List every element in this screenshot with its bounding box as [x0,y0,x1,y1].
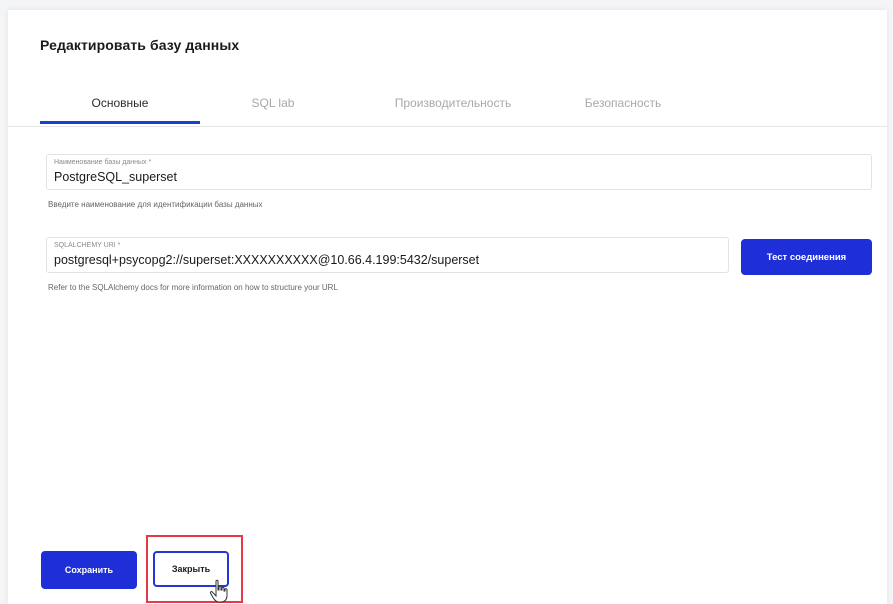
db-name-helper: Введите наименование для идентификации б… [48,200,263,209]
edit-database-modal: Редактировать базу данных Основные SQL l… [8,10,887,604]
tab-performance[interactable]: Производительность [378,96,528,110]
db-name-label: Наименование базы данных * [54,159,152,166]
sqlalchemy-uri-value[interactable]: postgresql+psycopg2://superset:XXXXXXXXX… [54,253,479,267]
db-name-value[interactable]: PostgreSQL_superset [54,170,177,184]
modal-title: Редактировать базу данных [40,37,240,53]
tab-security[interactable]: Безопасность [573,96,673,110]
test-connection-button[interactable]: Тест соединения [741,239,872,275]
sqlalchemy-uri-helper: Refer to the SQLAlchemy docs for more in… [48,283,338,292]
tab-basic[interactable]: Основные [40,96,200,110]
tab-bar: Основные SQL lab Производительность Безо… [8,90,887,127]
save-button[interactable]: Сохранить [41,551,137,589]
sqlalchemy-uri-field[interactable]: SQLALCHEMY URI * postgresql+psycopg2://s… [46,237,729,273]
tab-sql-lab[interactable]: SQL lab [243,96,303,110]
hand-pointer-icon [209,579,228,603]
db-name-field[interactable]: Наименование базы данных * PostgreSQL_su… [46,154,872,190]
active-tab-indicator [40,121,200,124]
sqlalchemy-uri-label: SQLALCHEMY URI * [54,242,121,249]
